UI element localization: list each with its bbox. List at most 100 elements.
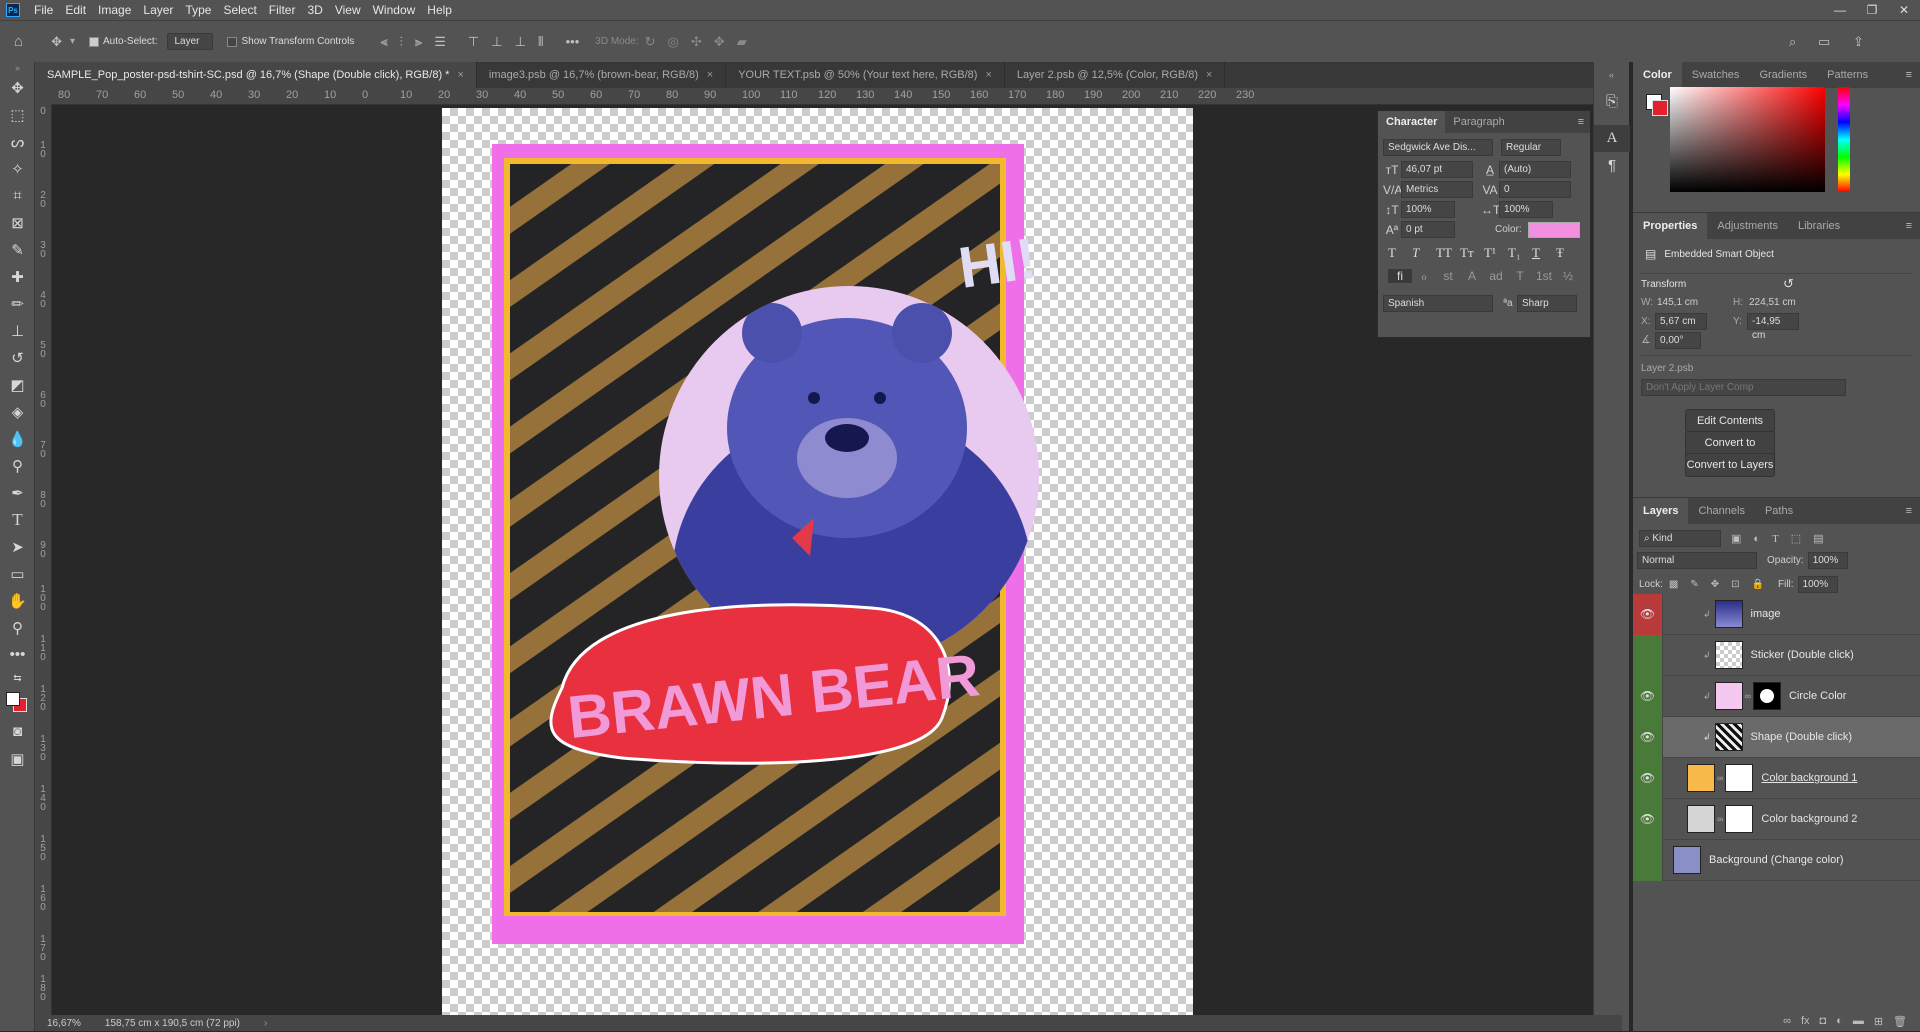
rectangle-tool-icon[interactable]: ▭ bbox=[0, 560, 35, 587]
history-brush-tool-icon[interactable]: ↺ bbox=[0, 344, 35, 371]
visibility-toggle[interactable]: 👁 bbox=[1633, 839, 1663, 881]
vertical-scale-field[interactable]: 100% bbox=[1401, 201, 1455, 218]
status-expand-icon[interactable]: › bbox=[264, 1018, 267, 1029]
layer-row-selected[interactable]: 👁 ↲ Shape (Double click) bbox=[1633, 716, 1920, 758]
tab-properties[interactable]: Properties bbox=[1633, 213, 1708, 239]
filter-type-icon[interactable]: T bbox=[1772, 533, 1779, 545]
history-panel-icon[interactable]: ⎘ bbox=[1594, 88, 1630, 115]
menu-file[interactable]: File bbox=[28, 0, 59, 20]
lasso-tool-icon[interactable]: ᔕ bbox=[0, 128, 35, 155]
faux-bold-button[interactable]: T bbox=[1388, 245, 1412, 261]
blur-tool-icon[interactable]: 💧 bbox=[0, 425, 35, 452]
layer-row[interactable]: 👁 ∞ Color background 1 bbox=[1633, 757, 1920, 799]
edit-toolbar-icon[interactable]: ••• bbox=[0, 641, 35, 668]
tab-patterns[interactable]: Patterns bbox=[1817, 62, 1878, 88]
strikethrough-button[interactable]: Ŧ bbox=[1556, 245, 1580, 261]
visibility-toggle[interactable]: 👁 bbox=[1633, 593, 1663, 635]
foreground-color-swatch[interactable] bbox=[6, 692, 20, 706]
layer-row[interactable]: 👁 ↲ image bbox=[1633, 593, 1920, 635]
tab-color[interactable]: Color bbox=[1633, 62, 1682, 88]
pen-tool-icon[interactable]: ✒ bbox=[0, 479, 35, 506]
path-selection-tool-icon[interactable]: ➤ bbox=[0, 533, 35, 560]
zoom-tool-icon[interactable]: ⚲ bbox=[0, 614, 35, 641]
layer-mask-thumbnail[interactable] bbox=[1725, 764, 1754, 792]
lock-position-icon[interactable]: ✥ bbox=[1711, 579, 1719, 590]
layer-row[interactable]: 👁 ↲ ∞ Circle Color bbox=[1633, 675, 1920, 717]
lock-pixels-icon[interactable]: ✎ bbox=[1690, 579, 1698, 590]
3d-pan-icon[interactable]: ✣ bbox=[691, 34, 702, 50]
hue-slider[interactable] bbox=[1838, 87, 1850, 192]
visibility-toggle[interactable]: 👁 bbox=[1633, 675, 1663, 717]
close-tab-icon[interactable]: × bbox=[1206, 69, 1212, 81]
baseline-shift-field[interactable]: 0 pt bbox=[1401, 221, 1455, 238]
tab-paragraph[interactable]: Paragraph bbox=[1445, 111, 1512, 133]
tool-preset-chevron-icon[interactable]: ▾ bbox=[70, 36, 75, 47]
restore-button[interactable]: ❐ bbox=[1856, 0, 1888, 20]
align-bottom-icon[interactable]: ⊥ bbox=[515, 34, 526, 50]
move-tool-icon[interactable]: ✥ bbox=[0, 74, 35, 101]
swash-button[interactable]: A bbox=[1460, 269, 1484, 283]
lock-all-icon[interactable]: 🔒 bbox=[1752, 579, 1764, 590]
3d-camera-icon[interactable]: ▰ bbox=[737, 34, 747, 50]
auto-select-checkbox[interactable] bbox=[89, 36, 99, 47]
paint-bucket-tool-icon[interactable]: ◈ bbox=[0, 398, 35, 425]
swap-colors-icon[interactable]: ⇆ bbox=[0, 668, 35, 688]
menu-view[interactable]: View bbox=[329, 0, 367, 20]
menu-select[interactable]: Select bbox=[217, 0, 262, 20]
layer-mask-thumbnail[interactable] bbox=[1752, 682, 1781, 710]
tab-libraries[interactable]: Libraries bbox=[1788, 213, 1850, 239]
adjustment-layer-icon[interactable]: ◐ bbox=[1836, 1015, 1843, 1027]
ligatures-button[interactable]: fi bbox=[1388, 269, 1412, 283]
language-dropdown[interactable]: Spanish bbox=[1383, 295, 1493, 312]
tab-character[interactable]: Character bbox=[1378, 111, 1446, 133]
color-picker-field[interactable] bbox=[1670, 87, 1825, 192]
h-value[interactable]: 224,51 cm bbox=[1749, 297, 1796, 308]
tab-layers[interactable]: Layers bbox=[1633, 498, 1689, 524]
menu-image[interactable]: Image bbox=[92, 0, 137, 20]
brush-tool-icon[interactable]: ✏ bbox=[0, 290, 35, 317]
3d-roll-icon[interactable]: ◎ bbox=[668, 34, 679, 50]
tab-your-text[interactable]: YOUR TEXT.psb @ 50% (Your text here, RGB… bbox=[726, 62, 1005, 88]
leading-field[interactable]: (Auto) bbox=[1499, 161, 1571, 178]
fractions-button[interactable]: ½ bbox=[1556, 269, 1580, 283]
align-right-icon[interactable]: ⫸ bbox=[415, 34, 422, 50]
tab-paths[interactable]: Paths bbox=[1755, 498, 1803, 524]
stylistic-alternates-button[interactable]: ad bbox=[1484, 269, 1508, 283]
panel-menu-icon[interactable]: ≡ bbox=[1906, 220, 1912, 232]
tab-channels[interactable]: Channels bbox=[1688, 498, 1754, 524]
align-top-icon[interactable]: ⊤ bbox=[468, 34, 479, 50]
screen-mode-icon[interactable]: ▣ bbox=[0, 745, 35, 772]
menu-filter[interactable]: Filter bbox=[263, 0, 302, 20]
align-center-icon[interactable]: ⫶ bbox=[400, 34, 403, 50]
layer-row[interactable]: 👁 Background (Change color) bbox=[1633, 839, 1920, 881]
workspace-icon[interactable]: ▭ bbox=[1818, 34, 1830, 50]
reset-transform-icon[interactable]: ↺ bbox=[1783, 276, 1794, 292]
transform-controls-checkbox[interactable] bbox=[227, 36, 238, 47]
horizontal-scale-field[interactable]: 100% bbox=[1499, 201, 1553, 218]
antialias-dropdown[interactable]: Sharp bbox=[1517, 295, 1577, 312]
paragraph-panel-icon[interactable]: ¶ bbox=[1594, 152, 1630, 179]
menu-window[interactable]: Window bbox=[367, 0, 422, 20]
convert-to-layers-button[interactable]: Convert to Layers bbox=[1685, 453, 1775, 477]
close-tab-icon[interactable]: × bbox=[985, 69, 991, 81]
tab-layer2[interactable]: Layer 2.psb @ 12,5% (Color, RGB/8) × bbox=[1005, 62, 1226, 88]
filter-shape-icon[interactable]: ⬚ bbox=[1791, 532, 1801, 545]
frame-tool-icon[interactable]: ⊠ bbox=[0, 209, 35, 236]
3d-orbit-icon[interactable]: ↻ bbox=[645, 34, 656, 50]
filter-adjustment-icon[interactable]: ◐ bbox=[1753, 533, 1760, 545]
minimize-button[interactable]: — bbox=[1824, 0, 1856, 20]
move-tool-icon[interactable]: ✥ bbox=[51, 34, 62, 50]
distribute-icon[interactable]: ☰ bbox=[434, 34, 446, 50]
close-window-button[interactable]: ✕ bbox=[1888, 0, 1920, 20]
layer-comp-dropdown[interactable]: Don't Apply Layer Comp bbox=[1641, 379, 1846, 396]
toolbar-collapse-icon[interactable]: » bbox=[0, 62, 35, 74]
close-tab-icon[interactable]: × bbox=[457, 69, 463, 81]
document-canvas[interactable]: HI! BRAWN BEAR bbox=[442, 108, 1193, 1015]
hand-tool-icon[interactable]: ✋ bbox=[0, 587, 35, 614]
quick-mask-icon[interactable]: ◙ bbox=[0, 718, 35, 745]
layer-style-icon[interactable]: fx bbox=[1801, 1015, 1810, 1027]
faux-italic-button[interactable]: T bbox=[1412, 245, 1436, 261]
lock-artboard-icon[interactable]: ⊡ bbox=[1731, 579, 1739, 590]
menu-type[interactable]: Type bbox=[179, 0, 217, 20]
3d-slide-icon[interactable]: ✥ bbox=[714, 34, 725, 50]
